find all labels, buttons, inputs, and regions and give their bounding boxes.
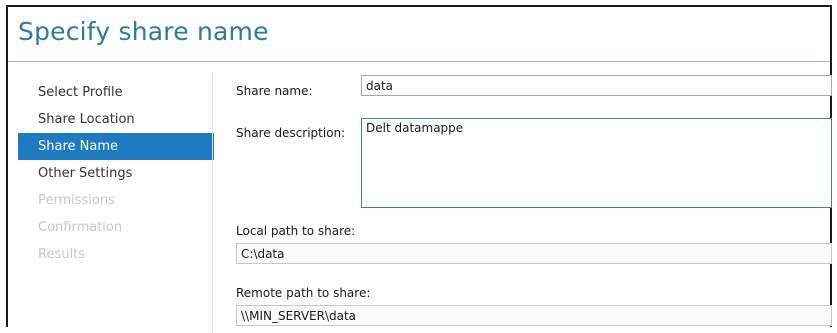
share-description-label: Share description: — [236, 126, 346, 140]
nav-item-share-location[interactable]: Share Location — [18, 106, 214, 133]
remote-path-field — [236, 305, 832, 326]
share-name-label: Share name: — [236, 84, 313, 98]
nav-item-share-name[interactable]: Share Name — [18, 133, 214, 160]
local-path-field — [236, 243, 832, 264]
share-name-input[interactable] — [361, 75, 832, 96]
title-divider — [8, 61, 830, 62]
nav-divider — [212, 73, 213, 333]
wizard-nav: Select Profile Share Location Share Name… — [18, 79, 214, 268]
share-description-textarea[interactable]: Delt datamappe — [361, 118, 832, 208]
nav-item-results: Results — [38, 247, 85, 262]
local-path-label: Local path to share: — [236, 224, 356, 238]
nav-item-permissions: Permissions — [38, 193, 115, 208]
page-title: Specify share name — [18, 17, 269, 46]
nav-item-select-profile[interactable]: Select Profile — [18, 79, 214, 106]
nav-item-other-settings[interactable]: Other Settings — [18, 160, 214, 187]
remote-path-label: Remote path to share: — [236, 286, 371, 300]
wizard-window: Specify share name Select Profile Share … — [6, 5, 832, 333]
nav-item-confirmation: Confirmation — [38, 220, 123, 235]
